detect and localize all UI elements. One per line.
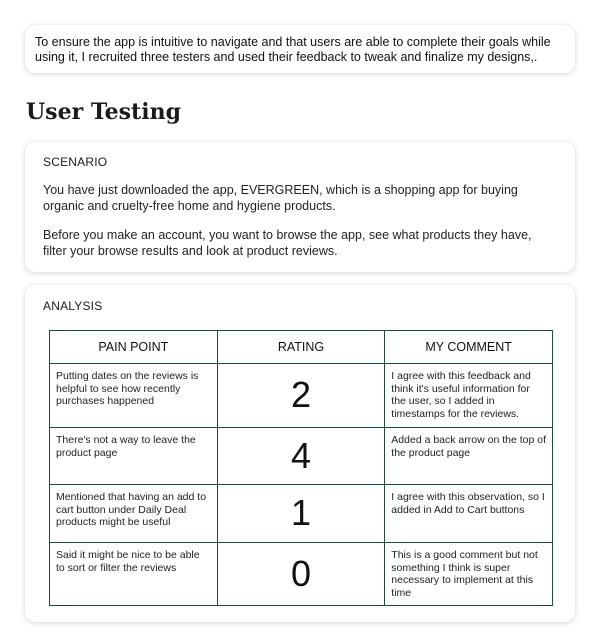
comment-cell: This is a good comment but not something…	[384, 542, 553, 606]
pain-point-cell: Said it might be nice to be able to sort…	[49, 542, 218, 606]
scenario-heading: SCENARIO	[43, 155, 108, 169]
scenario-paragraph: You have just downloaded the app, EVERGR…	[43, 183, 518, 213]
analysis-heading: ANALYSIS	[43, 299, 103, 313]
analysis-card: ANALYSIS PAIN POINT RATING MY COMMENT Pu…	[25, 285, 575, 622]
intro-text: To ensure the app is intuitive to naviga…	[35, 35, 551, 64]
intro-card: To ensure the app is intuitive to naviga…	[25, 25, 575, 73]
scenario-paragraph: Before you make an account, you want to …	[43, 228, 532, 258]
rating-cell: 2	[216, 363, 386, 428]
comment-cell: I agree with this observation, so I adde…	[384, 484, 553, 543]
section-title: User Testing	[26, 99, 181, 125]
table-row: Putting dates on the reviews is helpful …	[49, 363, 553, 428]
column-header-rating: RATING	[216, 330, 386, 364]
comment-cell: I agree with this feedback and think it'…	[384, 363, 553, 428]
rating-cell: 4	[216, 427, 386, 485]
table-row: Mentioned that having an add to cart but…	[49, 484, 553, 543]
pain-point-cell: Putting dates on the reviews is helpful …	[49, 363, 218, 428]
pain-point-cell: Mentioned that having an add to cart but…	[49, 484, 218, 543]
scenario-card: SCENARIO You have just downloaded the ap…	[25, 142, 575, 272]
rating-cell: 1	[216, 484, 386, 543]
column-header-pain-point: PAIN POINT	[49, 330, 218, 364]
table-row: There's not a way to leave the product p…	[49, 427, 553, 485]
column-header-comment: MY COMMENT	[384, 330, 553, 364]
table-row: Said it might be nice to be able to sort…	[49, 542, 553, 606]
table-header-row: PAIN POINT RATING MY COMMENT	[49, 330, 553, 364]
rating-cell: 0	[216, 542, 386, 606]
analysis-table: PAIN POINT RATING MY COMMENT Putting dat…	[49, 330, 553, 606]
comment-cell: Added a back arrow on the top of the pro…	[384, 427, 553, 485]
pain-point-cell: There's not a way to leave the product p…	[49, 427, 218, 485]
